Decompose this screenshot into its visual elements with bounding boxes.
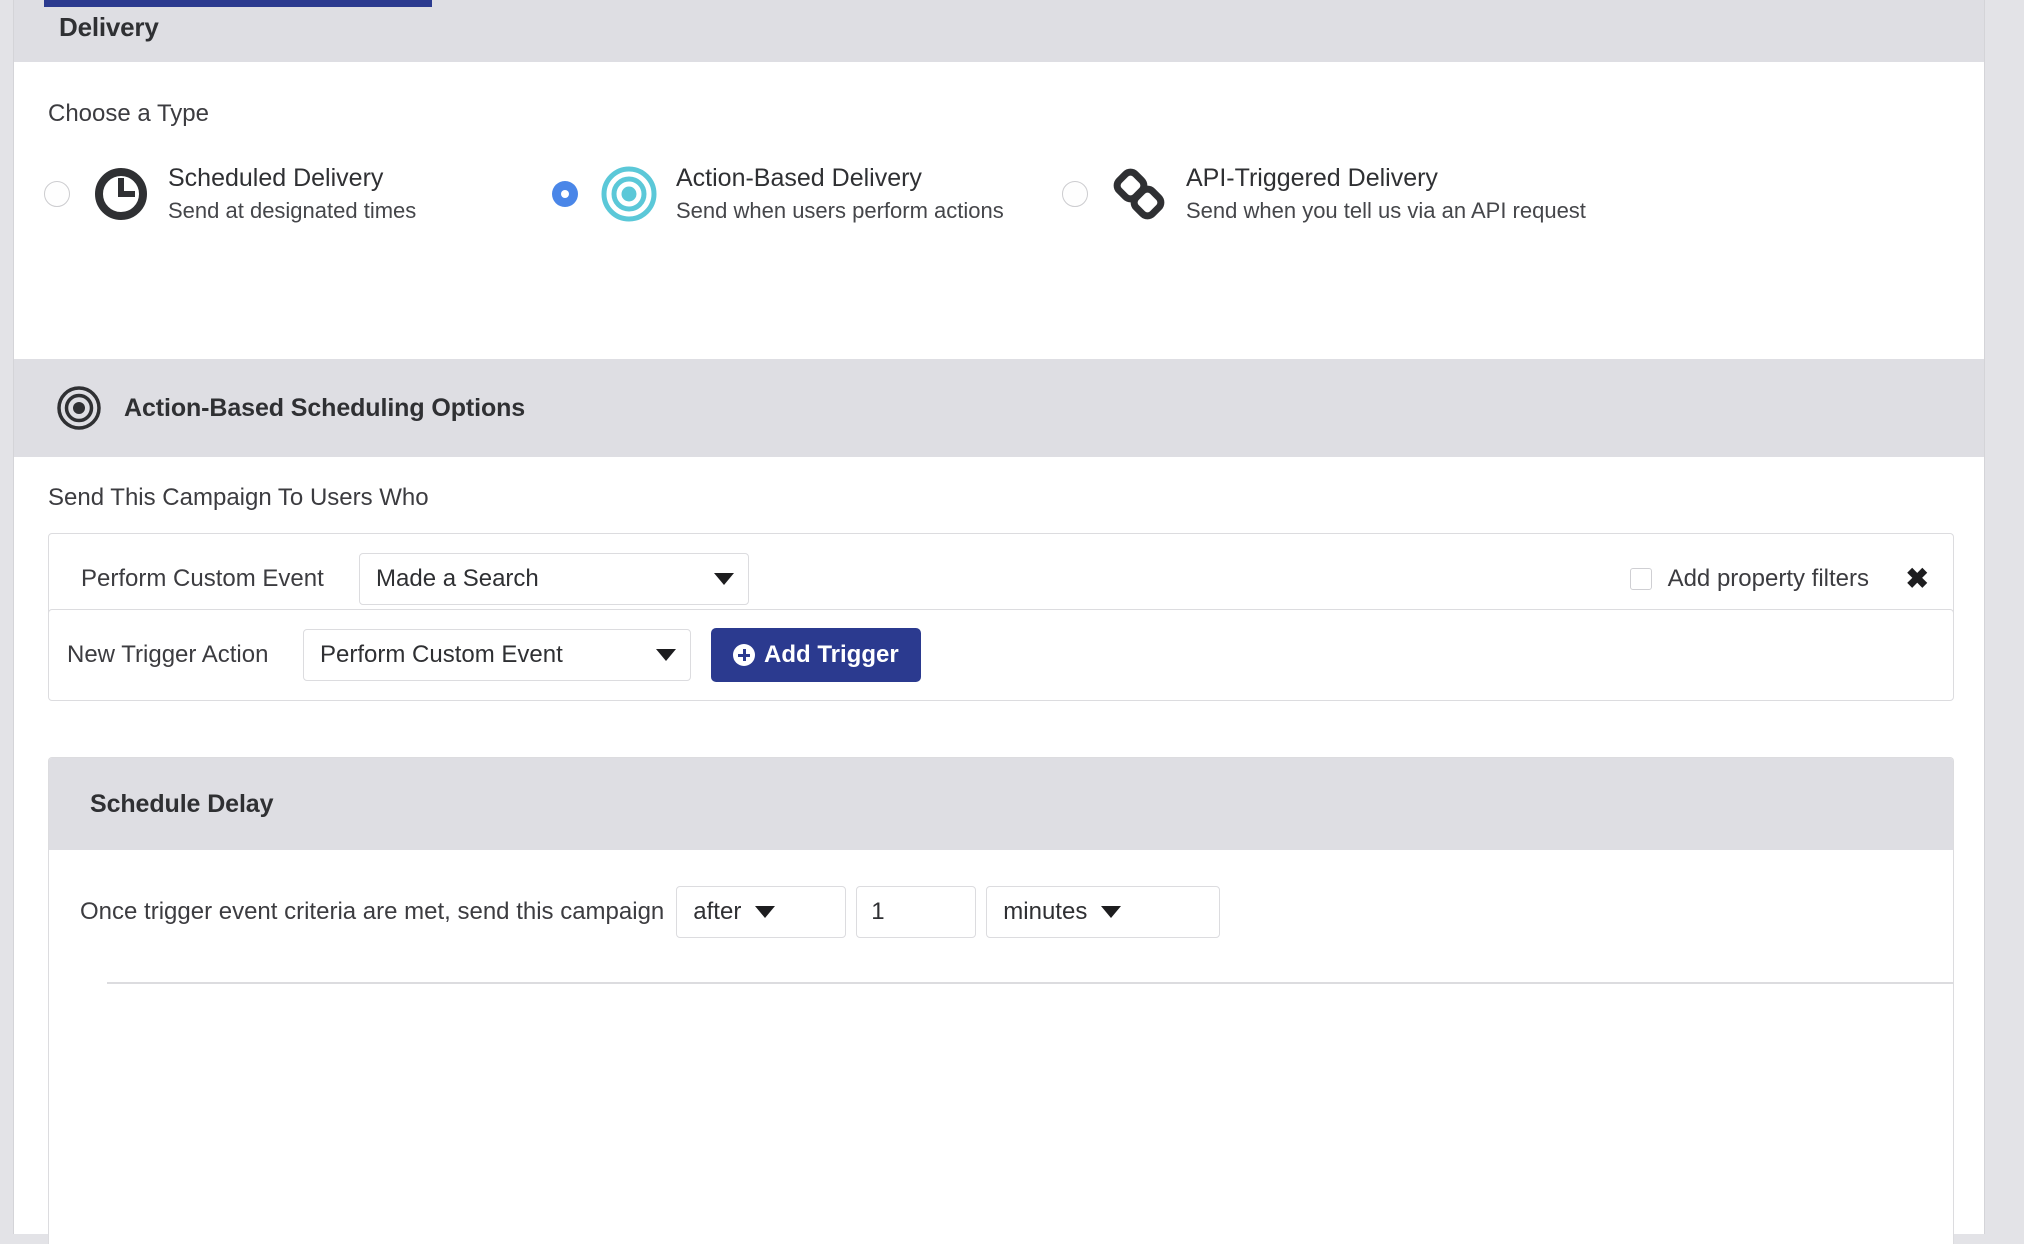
clock-icon — [92, 165, 150, 223]
option-title: Scheduled Delivery — [168, 164, 384, 193]
delivery-type-text-api-triggered: API-Triggered Delivery Send when you tel… — [1186, 164, 1586, 223]
delivery-type-option-action-based[interactable]: Action-Based Delivery Send when users pe… — [552, 154, 1004, 234]
schedule-delay-body: Once trigger event criteria are met, sen… — [49, 850, 1953, 1030]
chevron-down-icon — [714, 573, 734, 585]
close-icon[interactable]: ✖ — [1906, 565, 1929, 593]
delay-unit-value: minutes — [1003, 898, 1088, 925]
add-trigger-button-label: Add Trigger — [764, 641, 899, 668]
delivery-type-option-scheduled[interactable]: Scheduled Delivery Send at designated ti… — [44, 154, 416, 234]
new-trigger-action-select-value: Perform Custom Event — [320, 641, 563, 668]
plus-circle-icon — [733, 644, 755, 666]
radio-scheduled-delivery[interactable] — [44, 181, 70, 207]
new-trigger-action-select[interactable]: Perform Custom Event — [303, 629, 691, 681]
delivery-type-text-action-based: Action-Based Delivery Send when users pe… — [676, 164, 1004, 223]
delivery-type-text-scheduled: Scheduled Delivery Send at designated ti… — [168, 164, 416, 223]
option-description: Send when users perform actions — [676, 198, 1004, 224]
send-campaign-label: Send This Campaign To Users Who — [48, 484, 429, 511]
schedule-delay-header: Schedule Delay — [49, 758, 1953, 850]
delay-unit-select[interactable]: minutes — [986, 886, 1221, 938]
add-property-filters-control[interactable]: Add property filters — [1629, 565, 1869, 593]
delivery-type-option-api-triggered[interactable]: API-Triggered Delivery Send when you tel… — [1062, 154, 1586, 234]
delivery-settings-page: Delivery Choose a Type Scheduled Deliver… — [0, 0, 2024, 1244]
radio-action-based-delivery[interactable] — [552, 181, 578, 207]
schedule-delay-controls: Once trigger event criteria are met, sen… — [80, 886, 1230, 938]
delay-timing-value: after — [693, 898, 742, 925]
trigger-type-label: Perform Custom Event — [81, 565, 324, 592]
schedule-delay-panel: Schedule Delay Once trigger event criter… — [48, 757, 1954, 1244]
target-icon — [600, 165, 658, 223]
delay-amount-input[interactable] — [856, 886, 977, 938]
delivery-type-radio-group: Scheduled Delivery Send at designated ti… — [14, 154, 1984, 244]
chevron-down-icon — [656, 649, 676, 661]
action-based-scheduling-header: Action-Based Scheduling Options — [14, 359, 1984, 457]
delay-timing-select[interactable]: after — [676, 886, 847, 938]
option-title: API-Triggered Delivery — [1186, 164, 1438, 193]
choose-type-section: Choose a Type Scheduled Delivery Send at… — [14, 62, 1984, 359]
page-title: Delivery — [59, 12, 159, 42]
section-divider — [107, 982, 1953, 984]
scheduling-body: Send This Campaign To Users Who Perform … — [14, 457, 1984, 1244]
link-icon — [1110, 165, 1168, 223]
add-property-filters-label: Add property filters — [1667, 565, 1869, 592]
add-property-filters-checkbox[interactable] — [1629, 568, 1652, 590]
add-trigger-button[interactable]: Add Trigger — [711, 628, 921, 682]
option-description: Send at designated times — [168, 198, 417, 224]
delivery-tab-bar: Delivery — [14, 0, 1984, 62]
option-description: Send when you tell us via an API request — [1186, 198, 1586, 224]
schedule-delay-sentence: Once trigger event criteria are met, sen… — [80, 898, 665, 925]
new-trigger-row: New Trigger Action Perform Custom Event … — [48, 609, 1954, 701]
custom-event-select-value: Made a Search — [376, 565, 539, 592]
new-trigger-action-label: New Trigger Action — [67, 641, 269, 668]
option-title: Action-Based Delivery — [676, 164, 922, 193]
radio-api-triggered-delivery[interactable] — [1062, 181, 1088, 207]
target-icon — [56, 385, 102, 431]
active-tab-indicator — [44, 0, 432, 7]
chevron-down-icon — [755, 906, 776, 918]
chevron-down-icon — [1101, 906, 1122, 918]
schedule-delay-title: Schedule Delay — [90, 789, 274, 818]
delivery-card: Delivery Choose a Type Scheduled Deliver… — [13, 0, 1985, 1244]
section-heading: Action-Based Scheduling Options — [124, 393, 526, 422]
choose-type-label: Choose a Type — [48, 100, 210, 127]
custom-event-select[interactable]: Made a Search — [359, 553, 749, 605]
